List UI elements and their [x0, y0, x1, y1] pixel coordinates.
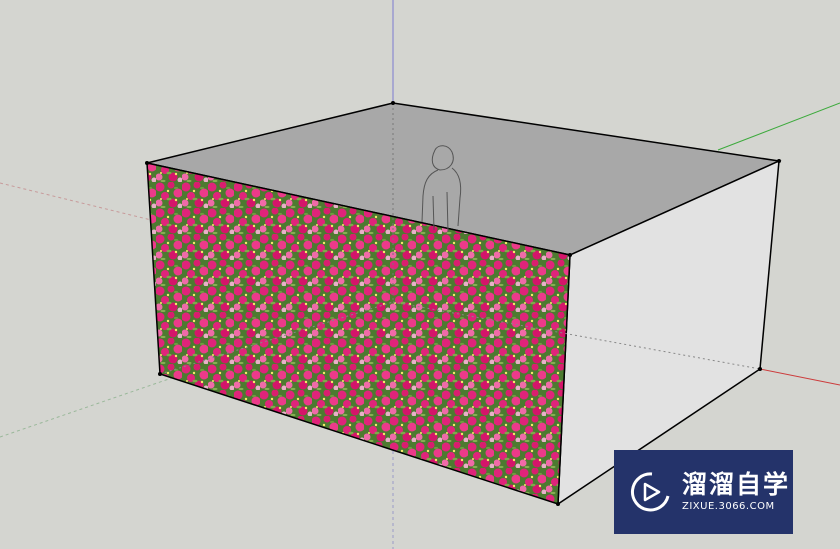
- red-x-axis: [759, 368, 840, 386]
- watermark-badge: 溜溜自学 ZIXUE.3066.COM: [614, 450, 793, 534]
- green-y-axis: [717, 102, 840, 151]
- modeling-viewport[interactable]: 溜溜自学 ZIXUE.3066.COM: [0, 0, 840, 549]
- watermark-url: ZIXUE.3066.COM: [682, 501, 775, 512]
- watermark-name: 溜溜自学: [682, 470, 791, 499]
- play-logo-icon: [626, 468, 674, 516]
